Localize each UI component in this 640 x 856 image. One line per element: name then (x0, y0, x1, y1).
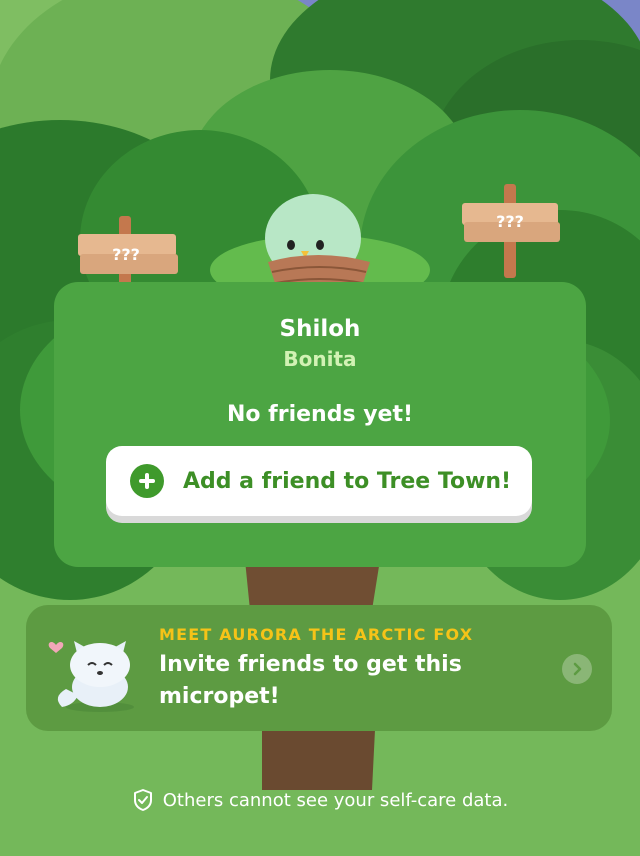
add-friend-button[interactable]: Add a friend to Tree Town! (106, 446, 532, 516)
heart-icon (48, 641, 64, 653)
promo-title: MEET AURORA THE ARCTIC FOX (159, 625, 474, 644)
micropet-promo-card[interactable]: MEET AURORA THE ARCTIC FOX Invite friend… (26, 605, 612, 731)
sign-right-label: ??? (496, 212, 524, 231)
add-friend-label: Add a friend to Tree Town! (183, 468, 512, 494)
no-friends-message: No friends yet! (226, 402, 414, 427)
privacy-text: Others cannot see your self-care data. (162, 789, 509, 811)
sign-left-label: ??? (112, 245, 140, 264)
privacy-note: Others cannot see your self-care data. (0, 788, 640, 812)
chevron-right-icon[interactable] (562, 654, 592, 684)
arctic-fox-icon (48, 641, 134, 712)
pet-species: Bonita (283, 347, 357, 371)
plus-icon (130, 464, 164, 498)
shield-check-icon (133, 789, 152, 811)
pet-name: Shiloh (279, 316, 361, 342)
promo-body: Invite friends to get this micropet! (159, 652, 462, 709)
